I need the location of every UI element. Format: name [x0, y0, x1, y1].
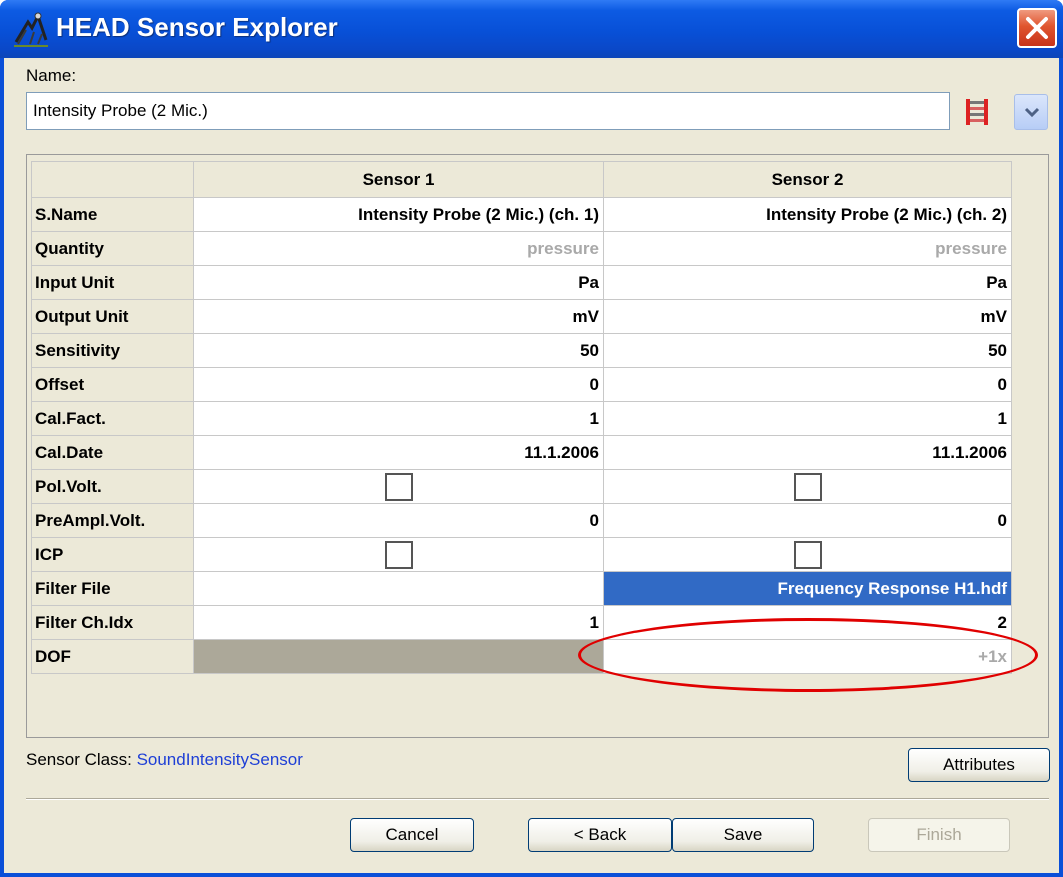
row-label: ICP: [31, 537, 194, 572]
row-label: Sensitivity: [31, 333, 194, 368]
sensor-list-icon[interactable]: [958, 94, 998, 130]
row-label: Cal.Date: [31, 435, 194, 470]
icp-checkbox-sensor-2[interactable]: [793, 540, 822, 569]
table-row: ICP: [31, 537, 1012, 572]
filter-file-cell-sensor-2[interactable]: Frequency Response H1.hdf: [603, 571, 1012, 606]
finish-button: Finish: [868, 818, 1010, 852]
icp-checkbox-sensor-1[interactable]: [384, 540, 413, 569]
sensor2-cell: [603, 469, 1012, 504]
row-label: S.Name: [31, 197, 194, 232]
name-input[interactable]: Intensity Probe (2 Mic.): [26, 92, 950, 130]
close-icon: [1026, 17, 1048, 39]
sensor-class-info: Sensor Class: SoundIntensitySensor: [26, 750, 303, 770]
back-button[interactable]: < Back: [528, 818, 672, 852]
column-header-sensor-2[interactable]: Sensor 2: [603, 161, 1012, 198]
table-row: S.Name Intensity Probe (2 Mic.) (ch. 1) …: [31, 197, 1012, 232]
sensor1-cell: pressure: [193, 231, 604, 266]
sensor2-cell[interactable]: Intensity Probe (2 Mic.) (ch. 2): [603, 197, 1012, 232]
column-header-sensor-1[interactable]: Sensor 1: [193, 161, 604, 198]
row-label: Filter Ch.Idx: [31, 605, 194, 640]
grid-corner: [31, 161, 194, 198]
sensor1-cell[interactable]: [193, 571, 604, 606]
sensor1-cell[interactable]: 1: [193, 605, 604, 640]
save-button[interactable]: Save: [672, 818, 814, 852]
sensor2-cell[interactable]: 1: [603, 401, 1012, 436]
sensor2-cell[interactable]: 0: [603, 503, 1012, 538]
table-row: Sensitivity 50 50: [31, 333, 1012, 368]
sensor1-cell[interactable]: Intensity Probe (2 Mic.) (ch. 1): [193, 197, 604, 232]
chevron-down-icon: [1024, 107, 1040, 118]
close-button[interactable]: [1017, 8, 1057, 48]
table-row: Input Unit Pa Pa: [31, 265, 1012, 300]
table-row: Cal.Date 11.1.2006 11.1.2006: [31, 435, 1012, 470]
cancel-button[interactable]: Cancel: [350, 818, 474, 852]
row-label: Pol.Volt.: [31, 469, 194, 504]
row-label: Quantity: [31, 231, 194, 266]
row-label: Filter File: [31, 571, 194, 606]
row-label: DOF: [31, 639, 194, 674]
dialog-body: Name: Intensity Probe (2 Mic.) Sensor 1 …: [4, 58, 1059, 873]
sensor2-cell[interactable]: Pa: [603, 265, 1012, 300]
sensor2-cell: pressure: [603, 231, 1012, 266]
sensor1-cell[interactable]: 50: [193, 333, 604, 368]
table-row: PreAmpl.Volt. 0 0: [31, 503, 1012, 538]
sensor2-cell: [603, 537, 1012, 572]
pol-volt-checkbox-sensor-2[interactable]: [793, 472, 822, 501]
title-bar[interactable]: HEAD Sensor Explorer: [0, 0, 1063, 58]
sensor1-cell: [193, 469, 604, 504]
window-title: HEAD Sensor Explorer: [56, 12, 338, 42]
table-row: Offset 0 0: [31, 367, 1012, 402]
sensor1-cell[interactable]: 0: [193, 367, 604, 402]
sensor1-cell[interactable]: 1: [193, 401, 604, 436]
name-label: Name:: [26, 66, 77, 85]
separator: [26, 798, 1049, 800]
row-label: PreAmpl.Volt.: [31, 503, 194, 538]
sensor-explorer-window: HEAD Sensor Explorer Name: Intensity Pro…: [0, 0, 1063, 877]
row-label: Offset: [31, 367, 194, 402]
sensor2-cell[interactable]: 50: [603, 333, 1012, 368]
sensor1-cell[interactable]: 0: [193, 503, 604, 538]
pol-volt-checkbox-sensor-1[interactable]: [384, 472, 413, 501]
row-label: Output Unit: [31, 299, 194, 334]
row-label: Cal.Fact.: [31, 401, 194, 436]
highlight-annotation: [578, 618, 1038, 692]
table-row: Quantity pressure pressure: [31, 231, 1012, 266]
sensor1-cell[interactable]: 11.1.2006: [193, 435, 604, 470]
head-explorer-icon: [14, 12, 48, 47]
row-label: Input Unit: [31, 265, 194, 300]
sensor1-cell[interactable]: Pa: [193, 265, 604, 300]
attributes-button[interactable]: Attributes: [908, 748, 1050, 782]
table-row: Output Unit mV mV: [31, 299, 1012, 334]
sensor-grid: Sensor 1 Sensor 2 S.Name Intensity Probe…: [31, 161, 1012, 674]
table-row: Pol.Volt.: [31, 469, 1012, 504]
sensor2-cell[interactable]: mV: [603, 299, 1012, 334]
sensor-class-value: SoundIntensitySensor: [136, 750, 303, 769]
table-row: Filter File Frequency Response H1.hdf: [31, 571, 1012, 606]
sensor1-cell: [193, 639, 604, 674]
table-row: Cal.Fact. 1 1: [31, 401, 1012, 436]
sensor1-cell[interactable]: mV: [193, 299, 604, 334]
sensor2-cell[interactable]: 0: [603, 367, 1012, 402]
grid-header-row: Sensor 1 Sensor 2: [31, 161, 1012, 198]
sensor1-cell: [193, 537, 604, 572]
name-dropdown-button[interactable]: [1014, 94, 1048, 130]
sensor2-cell[interactable]: 11.1.2006: [603, 435, 1012, 470]
sensor-class-label: Sensor Class:: [26, 750, 132, 769]
